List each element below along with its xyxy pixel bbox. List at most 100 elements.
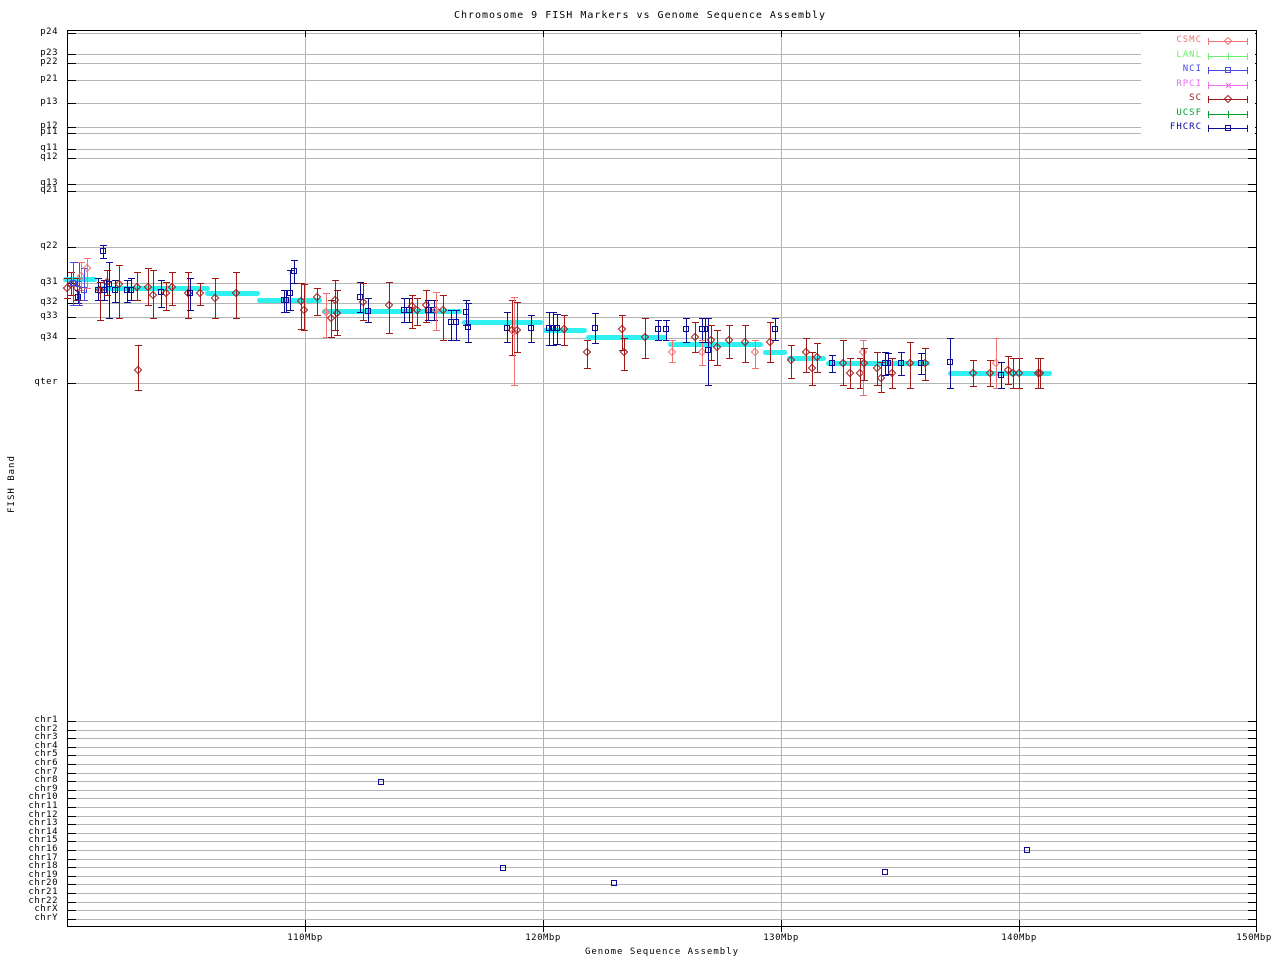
- grid-line-horizontal: [68, 747, 1256, 748]
- axis-tick-top: [1019, 31, 1020, 37]
- band-tick-label: p13: [0, 97, 58, 108]
- error-bar-cap: [414, 298, 421, 299]
- error-bar-cap: [365, 298, 372, 299]
- axis-tick-right: [1248, 781, 1256, 782]
- error-bar-cap: [145, 305, 152, 306]
- legend-marker-lanl: [1228, 53, 1229, 60]
- axis-tick-right: [1248, 902, 1256, 903]
- error-bar-cap: [922, 380, 929, 381]
- band-tick-label: p22: [0, 57, 58, 68]
- error-bar-cap: [619, 315, 626, 316]
- error-bar-cap: [752, 340, 759, 341]
- axis-tick-right: [1248, 893, 1256, 894]
- axis-tick-bottom-stub: [1256, 927, 1257, 932]
- axis-tick-left: [68, 191, 76, 192]
- axis-tick-right: [1248, 317, 1256, 318]
- legend-sample-cap: [1208, 53, 1209, 60]
- error-bar-line: [456, 310, 457, 340]
- legend-label: NCI: [1120, 64, 1202, 75]
- error-bar-cap: [705, 318, 712, 319]
- axis-tick-right: [1248, 247, 1256, 248]
- band-tick-label: q21: [0, 185, 58, 196]
- error-bar-cap: [947, 388, 954, 389]
- data-point-marker-fhcrc: [947, 359, 953, 365]
- error-bar-cap: [889, 358, 896, 359]
- band-tick-label: q22: [0, 241, 58, 252]
- axis-tick-left: [68, 383, 76, 384]
- grid-line-horizontal: [68, 80, 1256, 81]
- axis-tick-right: [1248, 798, 1256, 799]
- axis-tick-top: [781, 31, 782, 37]
- legend-sample-cap: [1247, 38, 1248, 45]
- error-bar-cap: [898, 375, 905, 376]
- data-point-marker-fhcrc: [112, 287, 118, 293]
- error-bar-cap: [97, 320, 104, 321]
- grid-line-horizontal: [68, 773, 1256, 774]
- data-point-marker-fhcrc: [187, 290, 193, 296]
- error-bar-cap: [1037, 388, 1044, 389]
- legend-label: RPCI: [1120, 79, 1202, 90]
- legend-sample-cap: [1208, 125, 1209, 132]
- error-bar-cap: [287, 310, 294, 311]
- axis-tick-right: [1248, 910, 1256, 911]
- axis-tick-left: [68, 80, 76, 81]
- band-tick-label: p11: [0, 127, 58, 138]
- error-bar-cap: [386, 282, 393, 283]
- axis-tick-right: [1248, 833, 1256, 834]
- data-point-marker-fhcrc: [287, 290, 293, 296]
- error-bar-cap: [987, 386, 994, 387]
- error-bar-cap: [233, 318, 240, 319]
- error-bar-cap: [453, 310, 460, 311]
- error-bar-cap: [158, 280, 165, 281]
- legend-marker-nci: [1225, 67, 1231, 73]
- error-bar-cap: [554, 344, 561, 345]
- error-bar-cap: [829, 355, 836, 356]
- data-point-marker-fhcrc: [898, 360, 904, 366]
- x-tick-label: 140Mbp: [995, 933, 1043, 943]
- error-bar-cap: [554, 314, 561, 315]
- data-point-marker-fhcrc: [291, 268, 297, 274]
- error-bar-cap: [742, 362, 749, 363]
- legend-label: CSMC: [1120, 35, 1202, 46]
- error-bar-cap: [861, 348, 868, 349]
- error-bar-cap: [699, 365, 706, 366]
- error-bar-cap: [334, 335, 341, 336]
- axis-tick-right: [1248, 824, 1256, 825]
- data-point-marker-fhcrc: [453, 319, 459, 325]
- error-bar-cap: [726, 358, 733, 359]
- error-bar-cap: [705, 385, 712, 386]
- error-bar-cap: [669, 340, 676, 341]
- error-bar-cap: [134, 300, 141, 301]
- error-bar-cap: [463, 300, 470, 301]
- error-bar-cap: [291, 283, 298, 284]
- axis-tick-right: [1248, 747, 1256, 748]
- error-bar-cap: [423, 322, 430, 323]
- error-bar-cap: [814, 343, 821, 344]
- axis-tick-left: [68, 902, 76, 903]
- error-bar-cap: [584, 340, 591, 341]
- data-point-marker-fhcrc: [998, 372, 1004, 378]
- grid-line-horizontal: [68, 755, 1256, 756]
- axis-tick-right: [1248, 303, 1256, 304]
- error-bar-cap: [332, 280, 339, 281]
- error-bar-cap: [918, 374, 925, 375]
- grid-line-vertical: [1019, 31, 1020, 926]
- error-bar-cap: [692, 322, 699, 323]
- error-bar-cap: [918, 353, 925, 354]
- axis-tick-left: [68, 103, 76, 104]
- legend-sample-cap: [1247, 67, 1248, 74]
- axis-tick-left: [68, 730, 76, 731]
- error-bar-cap: [788, 378, 795, 379]
- error-bar-cap: [998, 362, 1005, 363]
- error-bar-cap: [440, 340, 447, 341]
- axis-tick-bottom-stub: [1019, 927, 1020, 932]
- axis-tick-left: [68, 317, 76, 318]
- error-bar-cap: [592, 313, 599, 314]
- legend-label: UCSF: [1120, 108, 1202, 119]
- axis-tick-right: [1248, 149, 1256, 150]
- error-bar-cap: [511, 385, 518, 386]
- error-bar-cap: [187, 278, 194, 279]
- error-bar-cap: [1005, 356, 1012, 357]
- error-bar-cap: [878, 392, 885, 393]
- error-bar-cap: [683, 318, 690, 319]
